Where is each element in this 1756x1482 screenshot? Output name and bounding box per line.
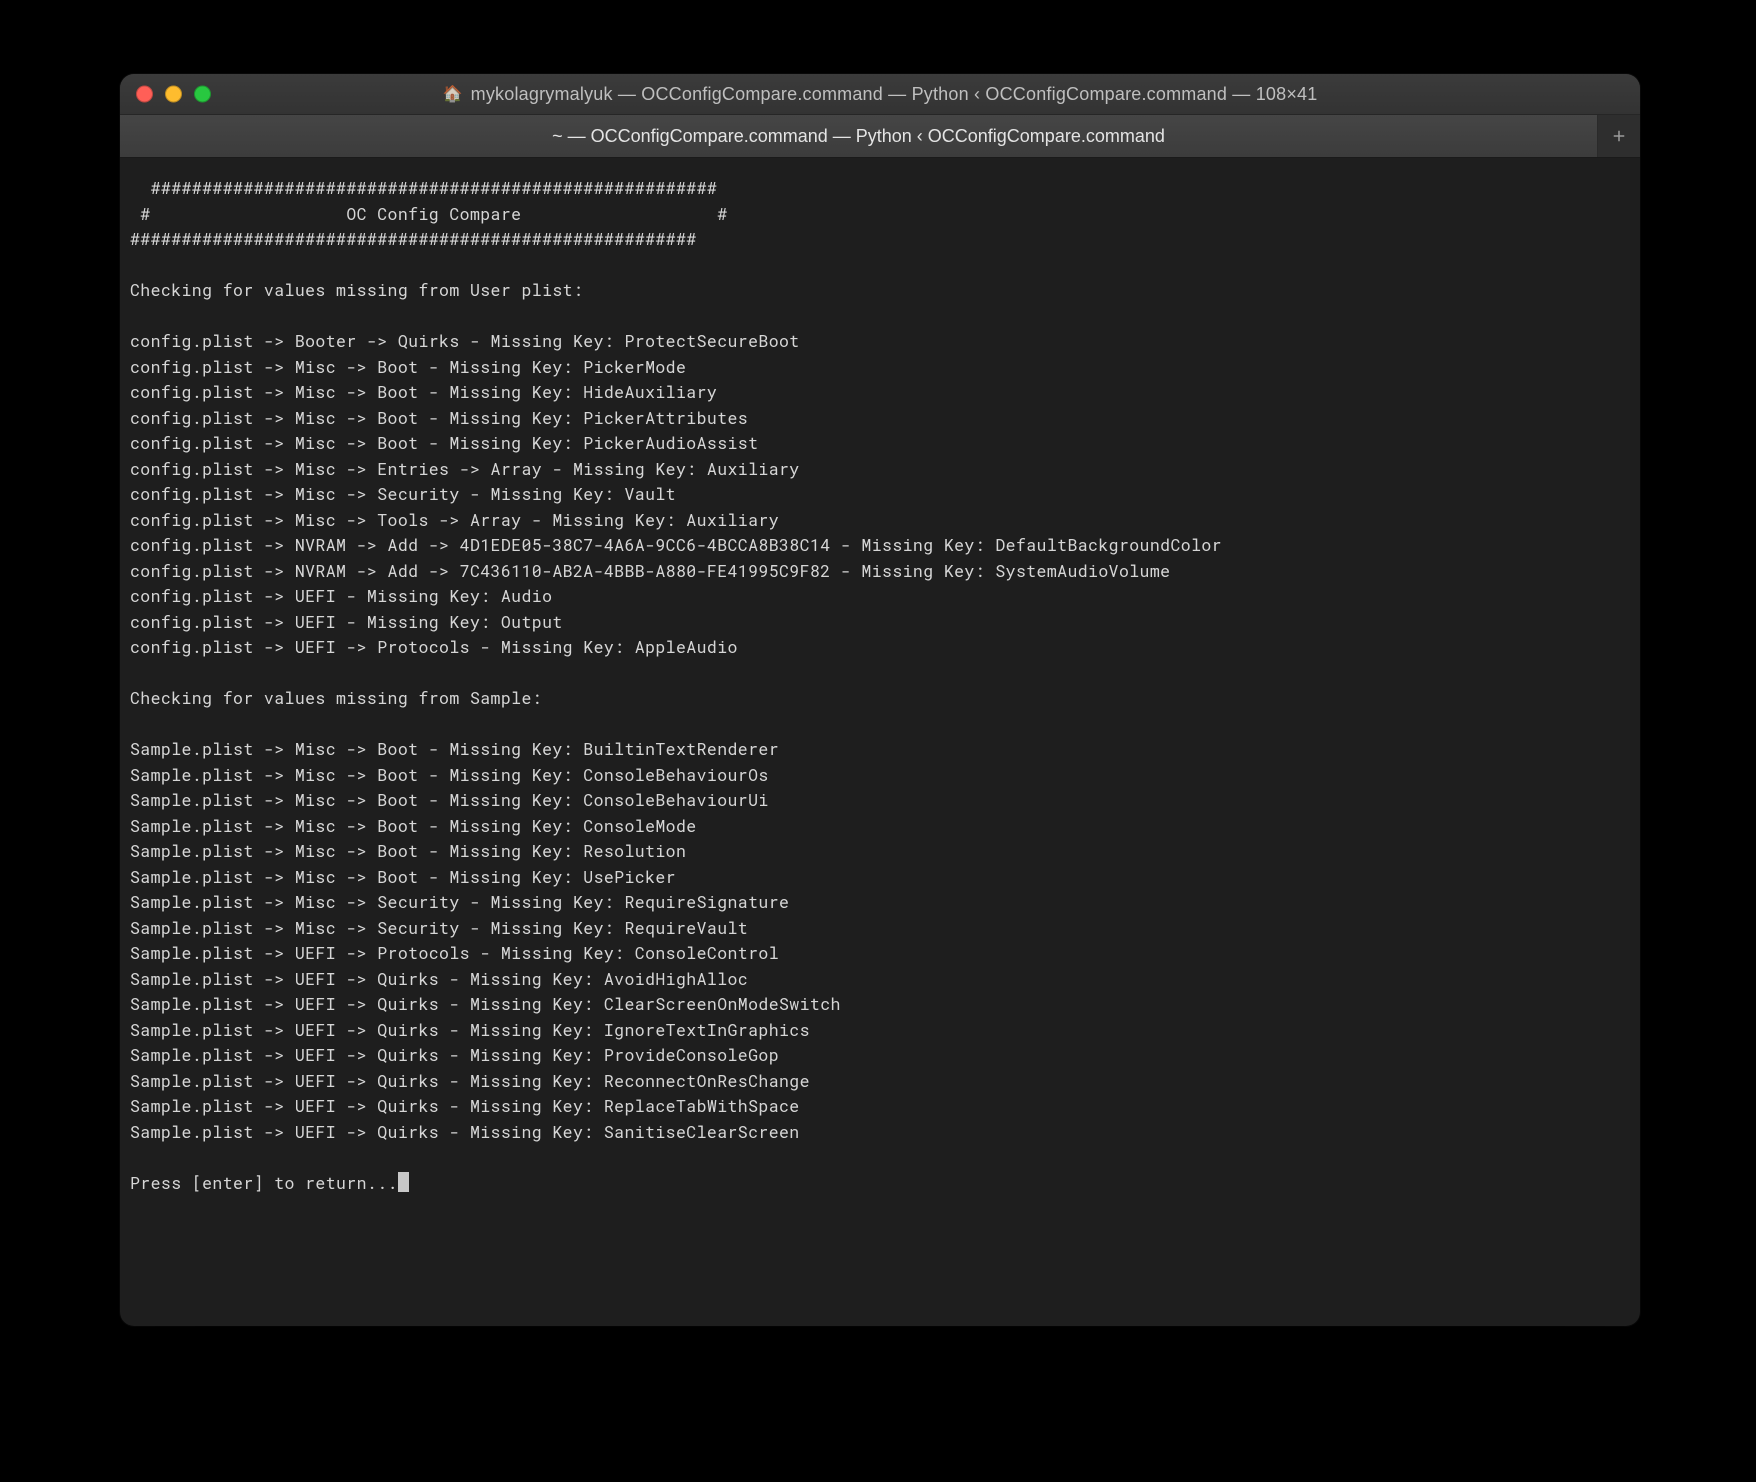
close-button[interactable] — [136, 86, 153, 103]
tab-active[interactable]: ~ — OCConfigCompare.command — Python ‹ O… — [120, 115, 1598, 157]
window-title: 🏠 mykolagrymalyuk — OCConfigCompare.comm… — [443, 84, 1318, 105]
zoom-button[interactable] — [194, 86, 211, 103]
titlebar: 🏠 mykolagrymalyuk — OCConfigCompare.comm… — [120, 74, 1640, 115]
prompt-text: Press [enter] to return... — [130, 1173, 398, 1194]
cursor — [398, 1172, 409, 1192]
terminal-output[interactable]: ########################################… — [120, 158, 1640, 1326]
traffic-lights — [136, 86, 211, 103]
home-icon: 🏠 — [443, 84, 463, 104]
terminal-window: 🏠 mykolagrymalyuk — OCConfigCompare.comm… — [120, 74, 1640, 1326]
new-tab-button[interactable] — [1598, 115, 1640, 157]
minimize-button[interactable] — [165, 86, 182, 103]
window-title-text: mykolagrymalyuk — OCConfigCompare.comman… — [471, 84, 1318, 105]
plus-icon — [1610, 127, 1628, 145]
tab-title: ~ — OCConfigCompare.command — Python ‹ O… — [552, 126, 1165, 147]
tab-bar: ~ — OCConfigCompare.command — Python ‹ O… — [120, 115, 1640, 158]
